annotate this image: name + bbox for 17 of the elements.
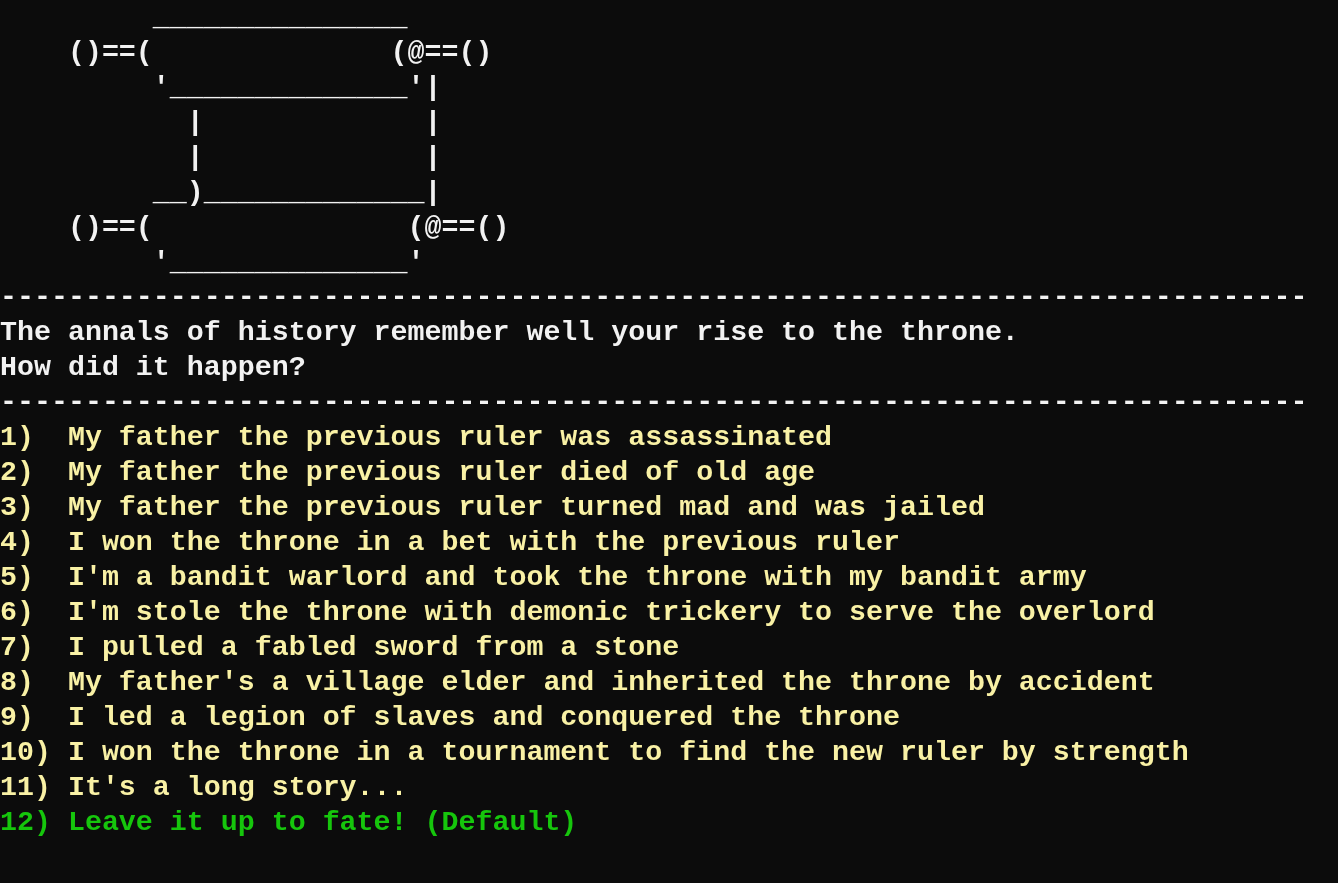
menu-option: 4) I won the throne in a bet with the previous ruler — [0, 525, 900, 560]
divider-line: ----------------------------------------------------------------------------- — [0, 385, 1308, 420]
menu-option: 10) I won the throne in a tournament to find the new ruler by strength — [0, 735, 1189, 770]
menu-option: 6) I'm stole the throne with demonic trickery to serve the overlord — [0, 595, 1155, 630]
menu-option: 11) It's a long story... — [0, 770, 408, 805]
prompt-text: How did it happen? — [0, 350, 306, 385]
menu-option: 9) I led a legion of slaves and conquered the throne — [0, 700, 900, 735]
menu-option: 7) I pulled a fabled sword from a stone — [0, 630, 680, 665]
menu-option: 8) My father's a village elder and inherited the throne by accident — [0, 665, 1155, 700]
divider-line: ----------------------------------------------------------------------------- — [0, 280, 1308, 315]
prompt-text: The annals of history remember well your rise to the throne. — [0, 315, 1019, 350]
menu-option: 3) My father the previous ruler turned mad and was jailed — [0, 490, 985, 525]
menu-option: 5) I'm a bandit warlord and took the throne with my bandit army — [0, 560, 1087, 595]
ascii-art-drawing: _______________ ()==( (@==() '______________'| | | | | __)_____________| ()==( (@==() '______________' — [66, 0, 510, 280]
menu-option: 1) My father the previous ruler was assassinated — [0, 420, 833, 455]
menu-option: 2) My father the previous ruler died of old age — [0, 455, 816, 490]
menu-option: 12) Leave it up to fate! (Default) — [0, 805, 578, 840]
